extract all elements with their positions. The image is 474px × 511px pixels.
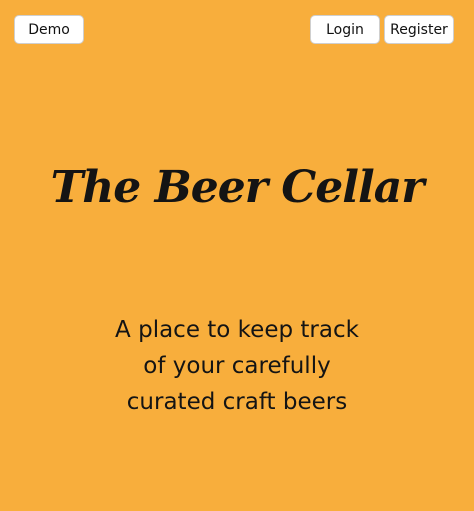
login-button[interactable]: Login: [310, 15, 380, 44]
register-button[interactable]: Register: [384, 15, 454, 44]
demo-button[interactable]: Demo: [14, 15, 84, 44]
tagline: A place to keep track of your carefully …: [115, 317, 359, 415]
site-title: The Beer Cellar: [50, 162, 425, 213]
